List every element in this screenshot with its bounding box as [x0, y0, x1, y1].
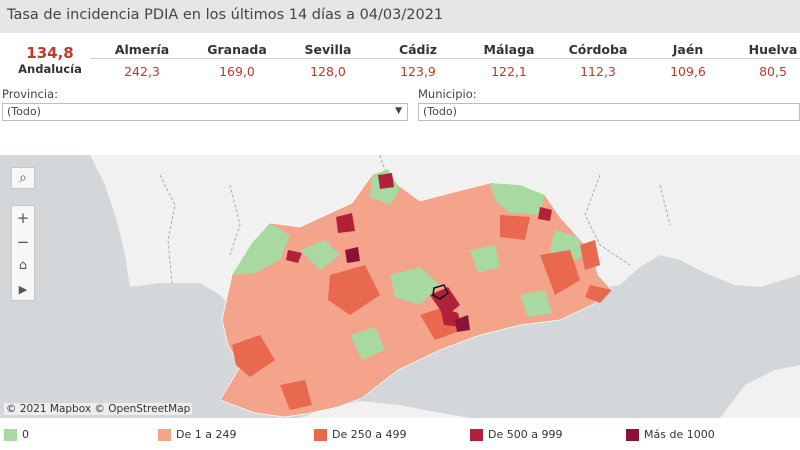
province-name-malaga: Málaga: [483, 42, 535, 57]
province-value-malaga: 122,1: [491, 64, 527, 79]
legend-swatch-2: [314, 429, 327, 441]
municipio-select-value: (Todo): [423, 105, 457, 118]
legend-swatch-3: [470, 429, 483, 441]
legend-swatch-4: [626, 429, 639, 441]
municipio-filter: Municipio: (Todo): [418, 87, 800, 127]
province-value-cadiz: 123,9: [400, 64, 436, 79]
province-value-jaen: 109,6: [670, 64, 706, 79]
region-value: 134,8: [26, 44, 74, 62]
search-icon: ⌕: [19, 170, 27, 186]
province-name-cadiz: Cádiz: [398, 42, 438, 57]
province-value-almeria: 242,3: [124, 64, 160, 79]
legend-label-1: De 1 a 249: [176, 428, 237, 441]
province-select[interactable]: (Todo) ▼: [2, 103, 408, 121]
zone-dark-north: [378, 173, 394, 189]
legend: 0 De 1 a 249 De 250 a 499 De 500 a 999 M…: [0, 426, 800, 446]
choropleth-map[interactable]: ⌕ + − ⌂ ▶ © 2021 Mapbox © OpenStreetMap: [0, 155, 800, 418]
home-icon: ⌂: [18, 258, 28, 273]
province-value-huelva: 80,5: [759, 64, 787, 79]
legend-swatch-1: [158, 429, 171, 441]
map-control-stack: + − ⌂ ▶: [11, 205, 35, 301]
legend-swatch-0: [4, 429, 17, 441]
province-value-cordoba: 112,3: [580, 64, 616, 79]
page-title: Tasa de incidencia PDIA en los últimos 1…: [7, 7, 444, 23]
title-bar: Tasa de incidencia PDIA en los últimos 1…: [0, 0, 800, 33]
province-name-sevilla: Sevilla: [304, 42, 352, 57]
map-search-button[interactable]: ⌕: [11, 167, 35, 189]
legend-label-3: De 500 a 999: [488, 428, 563, 441]
dashboard: Tasa de incidencia PDIA en los últimos 1…: [0, 0, 800, 450]
play-button[interactable]: ▶: [12, 278, 34, 302]
province-value-sevilla: 128,0: [310, 64, 346, 79]
region-name: Andalucía: [18, 62, 82, 76]
province-name-huelva: Huelva: [748, 42, 798, 57]
municipio-select[interactable]: (Todo): [418, 103, 800, 121]
home-button[interactable]: ⌂: [12, 254, 34, 278]
province-select-value: (Todo): [7, 105, 41, 118]
summary-divider: [90, 58, 800, 59]
municipio-filter-label: Municipio:: [418, 87, 477, 101]
play-icon: ▶: [18, 283, 28, 296]
province-name-cordoba: Córdoba: [568, 42, 628, 57]
zoom-in-button[interactable]: +: [12, 206, 34, 230]
legend-label-4: Más de 1000: [644, 428, 715, 441]
zoom-in-icon: +: [16, 209, 30, 227]
province-name-almeria: Almería: [114, 42, 170, 57]
chevron-down-icon: ▼: [395, 106, 402, 116]
zoom-out-icon: −: [16, 233, 30, 251]
legend-label-2: De 250 a 499: [332, 428, 407, 441]
province-name-granada: Granada: [207, 42, 267, 57]
province-name-jaen: Jaén: [672, 42, 704, 57]
summary-strip: 134,8 Andalucía Almería 242,3 Granada 16…: [0, 38, 800, 82]
zone-red-northeast: [500, 215, 530, 240]
legend-label-0: 0: [22, 428, 29, 441]
map-canvas: [90, 155, 800, 418]
zoom-out-button[interactable]: −: [12, 230, 34, 254]
province-value-granada: 169,0: [219, 64, 255, 79]
land-africa-east: [720, 365, 800, 418]
map-attribution: © 2021 Mapbox © OpenStreetMap: [4, 403, 193, 415]
province-filter: Provincia: (Todo) ▼: [2, 87, 408, 127]
province-filter-label: Provincia:: [2, 87, 58, 101]
